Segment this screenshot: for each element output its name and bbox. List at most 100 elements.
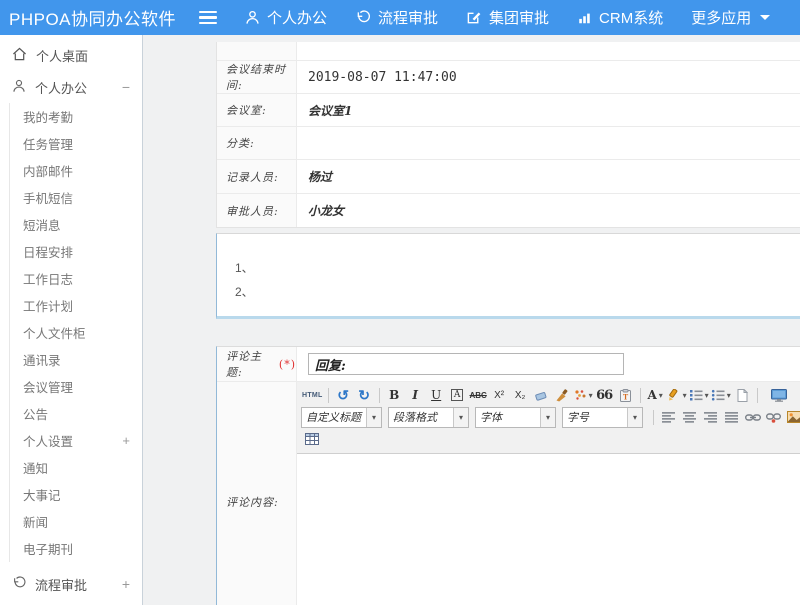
fullscreen-button[interactable] [770, 386, 789, 404]
sidebar-item-personal-office[interactable]: 个人办公 − [0, 71, 142, 103]
sidebar-item-events[interactable]: 大事记 [10, 481, 142, 508]
redo-button[interactable]: ↻ [355, 386, 374, 404]
comment-form-table: 评论主题: (*) 评论内容: HT [216, 346, 800, 605]
nav-personal-office[interactable]: 个人办公 [231, 0, 341, 35]
italic-button[interactable]: I [406, 386, 425, 404]
caret-down-icon: ▾ [589, 391, 593, 400]
sidebar-item-label: 会议管理 [23, 377, 73, 396]
nav-more-apps[interactable]: 更多应用 [677, 0, 784, 35]
sidebar-item-schedule[interactable]: 日程安排 [10, 238, 142, 265]
align-justify-button[interactable] [722, 408, 741, 426]
sidebar-item-attendance[interactable]: 我的考勤 [10, 103, 142, 130]
svg-text:T: T [622, 392, 628, 401]
table-row-recorder: 记录人员: 杨过 [217, 159, 800, 193]
brush-icon [555, 389, 569, 402]
sidebar-item-short-message[interactable]: 短消息 [10, 211, 142, 238]
row-label: 评论主题: (*) [217, 347, 297, 381]
row-value: 小龙女 [297, 194, 800, 227]
app-window: PHPOA协同办公软件 个人办公 流程审批 集团审批 CRM系统 更多应用 [0, 0, 800, 605]
caret-down-icon: ▾ [540, 408, 555, 427]
row-label: 会议室: [217, 94, 297, 126]
sidebar-item-meeting-management[interactable]: 会议管理 [10, 373, 142, 400]
expand-icon[interactable]: + [122, 576, 130, 592]
sidebar-item-tasks[interactable]: 任务管理 [10, 130, 142, 157]
unordered-list-button[interactable]: ▾ [711, 386, 731, 404]
sidebar-item-work-log[interactable]: 工作日志 [10, 265, 142, 292]
top-navigation: 个人办公 流程审批 集团审批 CRM系统 更多应用 [231, 0, 784, 35]
align-right-button[interactable] [701, 408, 720, 426]
nav-workflow-approval[interactable]: 流程审批 [341, 0, 452, 35]
row-value [297, 127, 800, 159]
row-label-cell [217, 42, 297, 60]
unlink-button[interactable] [764, 408, 783, 426]
nav-label: 流程审批 [378, 7, 438, 28]
toolbar-row-1: HTML ↺ ↻ B I U A ABC [301, 384, 800, 406]
superscript-button[interactable]: X² [490, 386, 509, 404]
format-painter-button[interactable]: ▾ [574, 386, 593, 404]
meeting-content-box: 1、 2、 [216, 233, 800, 319]
rich-text-editor: HTML ↺ ↻ B I U A ABC [297, 382, 800, 605]
sidebar-item-label: 电子期刊 [23, 539, 73, 558]
font-color-button[interactable]: A▾ [646, 386, 665, 404]
sidebar-item-sms[interactable]: 手机短信 [10, 184, 142, 211]
strikethrough-button[interactable]: ABC [469, 386, 488, 404]
format-brush-button[interactable] [553, 386, 572, 404]
nav-group-approval[interactable]: 集团审批 [452, 0, 563, 35]
font-family-select[interactable]: 字体▾ [475, 407, 556, 428]
editor-toolbar: HTML ↺ ↻ B I U A ABC [297, 382, 800, 454]
editor-content-area[interactable] [297, 454, 800, 605]
align-left-button[interactable] [659, 408, 678, 426]
highlight-color-button[interactable]: ▾ [667, 386, 687, 404]
clipboard-text-icon: T [619, 389, 632, 402]
sidebar-item-work-plan[interactable]: 工作计划 [10, 292, 142, 319]
ordered-list-button[interactable]: ▾ [689, 386, 709, 404]
insert-link-button[interactable] [743, 408, 762, 426]
font-size-select[interactable]: 字号▾ [562, 407, 643, 428]
row-value: 2019-08-07 11:47:00 [297, 61, 800, 93]
content-line: 1、 [235, 256, 800, 280]
sidebar-item-news[interactable]: 新闻 [10, 508, 142, 535]
sidebar-item-label: 个人文件柜 [23, 323, 86, 342]
sidebar-item-e-journal[interactable]: 电子期刊 [10, 535, 142, 562]
sidebar-item-label: 我的考勤 [23, 107, 73, 126]
paragraph-format-select[interactable]: 段落格式▾ [388, 407, 469, 428]
align-center-button[interactable] [680, 408, 699, 426]
insert-table-button[interactable] [302, 430, 321, 448]
new-document-button[interactable] [733, 386, 752, 404]
sidebar-item-contacts[interactable]: 通讯录 [10, 346, 142, 373]
nav-label: 更多应用 [691, 7, 751, 28]
sidebar-item-file-cabinet[interactable]: 个人文件柜 [10, 319, 142, 346]
bold-button[interactable]: B [385, 386, 404, 404]
sidebar-item-announcement[interactable]: 公告 [10, 400, 142, 427]
row-label: 评论内容: [217, 382, 297, 605]
sidebar-item-workflow-approval[interactable]: 流程审批 + [0, 568, 142, 600]
undo-button[interactable]: ↺ [334, 386, 353, 404]
sidebar-item-label: 短消息 [23, 215, 61, 234]
font-style-button[interactable]: A [448, 386, 467, 404]
collapse-icon[interactable]: − [122, 79, 130, 95]
sidebar-item-desktop[interactable]: 个人桌面 [0, 39, 142, 71]
select-value: 字体 [476, 408, 540, 427]
blockquote-button[interactable]: 66 [595, 386, 614, 404]
caret-down-icon: ▾ [683, 391, 687, 400]
app-logo[interactable]: PHPOA协同办公软件 [0, 5, 191, 30]
person-icon [12, 79, 26, 96]
nav-crm-system[interactable]: CRM系统 [563, 0, 677, 35]
sidebar-item-label: 工作计划 [23, 296, 73, 315]
insert-image-button[interactable] [785, 408, 800, 426]
table-row-approver: 审批人员: 小龙女 [217, 193, 800, 227]
table-row [217, 42, 800, 60]
html-source-button[interactable]: HTML [302, 386, 323, 404]
sidebar-item-internal-mail[interactable]: 内部邮件 [10, 157, 142, 184]
subscript-button[interactable]: X₂ [511, 386, 530, 404]
remove-format-button[interactable] [532, 386, 551, 404]
paste-as-text-button[interactable]: T [616, 386, 635, 404]
heading-select[interactable]: 自定义标题▾ [301, 407, 382, 428]
sidebar-item-personal-settings[interactable]: 个人设置+ [10, 427, 142, 454]
underline-button[interactable]: U [427, 386, 446, 404]
sidebar-item-notice[interactable]: 通知 [10, 454, 142, 481]
expand-icon[interactable]: + [122, 433, 130, 448]
comment-subject-input[interactable] [308, 353, 624, 375]
menu-toggle-button[interactable] [199, 11, 217, 25]
nav-label: 集团审批 [489, 7, 549, 28]
